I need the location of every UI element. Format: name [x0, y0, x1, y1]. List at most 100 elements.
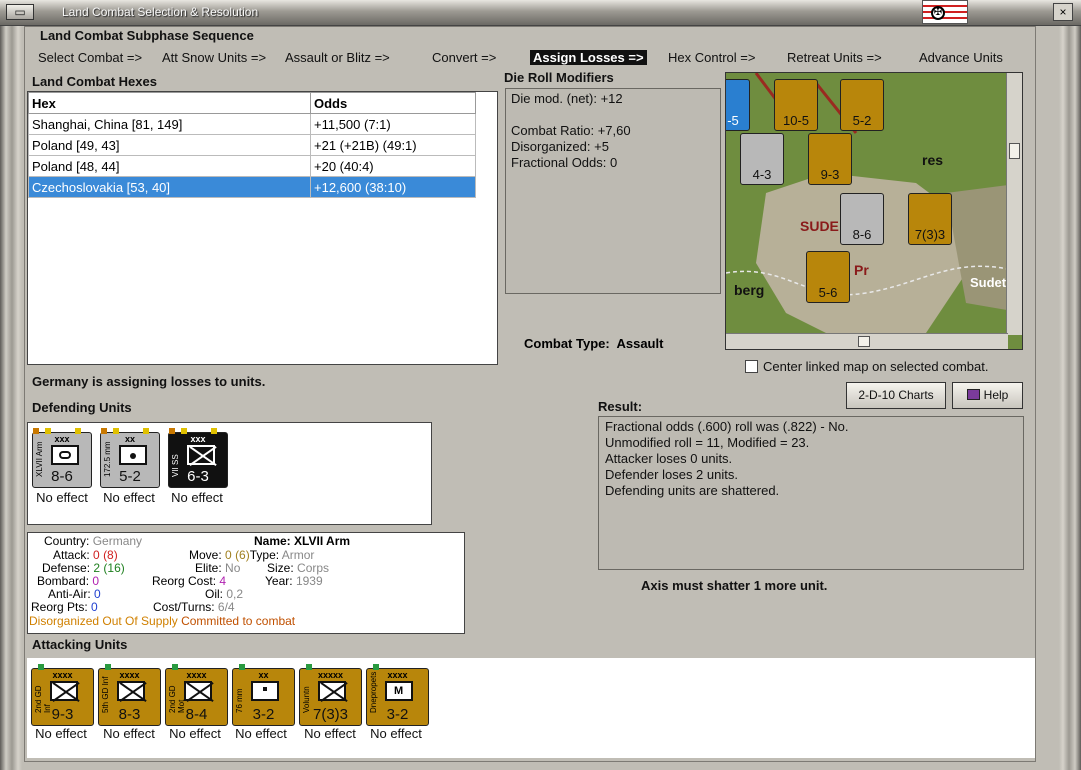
- map-counter[interactable]: 9-3: [808, 133, 852, 185]
- name-label: Name:: [254, 534, 291, 548]
- help-button[interactable]: Help: [952, 382, 1023, 409]
- artillery-symbol-icon: [119, 445, 147, 465]
- odds-cell: +11,500 (7:1): [310, 113, 476, 135]
- step-assign-losses[interactable]: Assign Losses =>: [530, 50, 647, 65]
- defending-unit-counter[interactable]: xxx XLVII Arm 8-6: [32, 428, 92, 488]
- land-combat-hexes-title: Land Combat Hexes: [32, 74, 157, 89]
- map-horizontal-scrollbar[interactable]: [726, 333, 1008, 349]
- name-value: XLVII Arm: [294, 534, 351, 548]
- attack-value: 0: [93, 548, 100, 562]
- unit-effect: No effect: [103, 490, 155, 505]
- map-counter[interactable]: -5: [726, 79, 750, 131]
- map-counter[interactable]: 4-3: [740, 133, 784, 185]
- country-label: Country:: [44, 534, 90, 548]
- window-menu-button[interactable]: ▭: [6, 4, 34, 20]
- attacking-unit-counter[interactable]: xxxx Dnepropets M 3-2: [366, 664, 429, 726]
- map-vscroll-thumb[interactable]: [1009, 143, 1020, 159]
- col-hex[interactable]: Hex: [28, 92, 311, 114]
- die-roll-line: [511, 107, 715, 123]
- map-counter-strength: 8-6: [852, 227, 872, 242]
- hex-list-panel: Hex Odds Shanghai, China [81, 149] +11,5…: [27, 91, 498, 365]
- step-select-combat[interactable]: Select Combat =>: [38, 50, 142, 65]
- hex-cell: Poland [49, 43]: [28, 134, 311, 156]
- window-title: Land Combat Selection & Resolution: [62, 5, 259, 19]
- hex-cell: Poland [48, 44]: [28, 155, 311, 177]
- step-assault-or-blitz[interactable]: Assault or Blitz =>: [285, 50, 390, 65]
- map-counter[interactable]: 10-5: [774, 79, 818, 131]
- center-map-checkbox[interactable]: [745, 360, 758, 373]
- attacking-unit-counter[interactable]: xx 76 mm 3-2: [232, 664, 295, 726]
- step-convert[interactable]: Convert =>: [432, 50, 496, 65]
- die-roll-line: Disorganized: +5: [511, 139, 609, 154]
- reorg-cost-label: Reorg Cost:: [152, 574, 217, 588]
- unit-effect: No effect: [103, 726, 155, 741]
- table-row[interactable]: Poland [49, 43] +21 (+21B) (49:1): [28, 134, 476, 156]
- die-roll-title: Die Roll Modifiers: [504, 70, 614, 85]
- result-summary: Axis must shatter 1 more unit.: [641, 578, 828, 593]
- odds-cell: +12,600 (38:10): [310, 176, 476, 198]
- linked-map[interactable]: SUDE berg Sudet Pr res 10-5 5-2 4-3 9-3 …: [725, 72, 1023, 350]
- map-counter[interactable]: 7(3)3: [908, 193, 952, 245]
- attacking-unit-counter[interactable]: xxxx 2nd GD Inf 9-3: [31, 664, 94, 726]
- close-button[interactable]: ×: [1053, 3, 1073, 21]
- attacking-unit-counter[interactable]: xxxx 5th GD Inf 8-3: [98, 664, 161, 726]
- result-line: Fractional odds (.600) roll was (.822) -…: [605, 419, 849, 434]
- national-flag-icon: ✠: [922, 0, 968, 24]
- unit-strength: 8-6: [51, 468, 73, 485]
- attacking-unit-counter[interactable]: xxxx 2nd GD Mot 8-4: [165, 664, 228, 726]
- map-label: Sudet: [970, 275, 1007, 290]
- map-counter-strength: 10-5: [782, 113, 810, 128]
- militia-symbol-icon: M: [385, 681, 413, 701]
- map-counter-strength: 9-3: [820, 167, 840, 182]
- unit-effect: No effect: [169, 726, 221, 741]
- map-counter-strength: -5: [727, 113, 739, 128]
- unit-effect: No effect: [36, 490, 88, 505]
- type-label: Type:: [249, 548, 280, 562]
- map-counter[interactable]: 5-6: [806, 251, 850, 303]
- table-row[interactable]: Shanghai, China [81, 149] +11,500 (7:1): [28, 113, 476, 135]
- step-advance-units[interactable]: Advance Units: [919, 50, 1003, 65]
- map-counter-selected[interactable]: 8-6: [840, 193, 884, 245]
- cross-icon: ✠: [931, 6, 945, 20]
- table-row-selected[interactable]: Czechoslovakia [53, 40] +12,600 (38:10): [28, 176, 476, 198]
- anti-tank-symbol-icon: [251, 681, 279, 701]
- map-vertical-scrollbar[interactable]: [1006, 73, 1022, 335]
- infantry-symbol-icon: [50, 681, 78, 701]
- step-hex-control[interactable]: Hex Control =>: [668, 50, 755, 65]
- elite-value: No: [225, 561, 241, 575]
- col-odds[interactable]: Odds: [310, 92, 476, 114]
- result-title: Result:: [598, 399, 643, 414]
- status-committed: Committed to combat: [181, 614, 296, 628]
- reorg-pts-label: Reorg Pts:: [31, 600, 88, 614]
- combat-type-label: Combat Type:: [524, 336, 610, 351]
- step-retreat-units[interactable]: Retreat Units =>: [787, 50, 882, 65]
- attacking-unit-counter[interactable]: xxxxx Voluntn 7(3)3: [299, 664, 362, 726]
- map-hscroll-thumb[interactable]: [858, 336, 870, 347]
- charts-button[interactable]: 2-D-10 Charts: [846, 382, 946, 409]
- unit-strength: 5-2: [119, 468, 141, 485]
- map-counter[interactable]: 5-2: [840, 79, 884, 131]
- motorized-symbol-icon: [184, 681, 212, 701]
- center-map-label: Center linked map on selected combat.: [763, 359, 989, 374]
- map-counter-strength: 5-2: [852, 113, 872, 128]
- move-base: (6): [235, 548, 250, 562]
- unit-strength: 3-2: [252, 706, 275, 723]
- defending-unit-counter[interactable]: xxx VII SS 6-3: [168, 428, 228, 488]
- type-value: Armor: [281, 548, 315, 562]
- combat-type-value: Assault: [616, 336, 664, 351]
- unit-strength: 8-4: [185, 706, 208, 723]
- size-value: Corps: [297, 561, 330, 575]
- subphase-steps: Select Combat => Att Snow Units => Assau…: [38, 50, 1028, 68]
- hex-table: Hex Odds Shanghai, China [81, 149] +11,5…: [28, 92, 476, 198]
- result-box: Fractional odds (.600) roll was (.822) -…: [598, 416, 1024, 570]
- map-label: berg: [734, 282, 764, 298]
- step-att-snow-units[interactable]: Att Snow Units =>: [162, 50, 266, 65]
- defending-unit-counter[interactable]: xx 172.5 mm 5-2: [100, 428, 160, 488]
- antiair-value: 0: [94, 587, 101, 601]
- table-row[interactable]: Poland [48, 44] +20 (40:4): [28, 155, 476, 177]
- odds-cell: +20 (40:4): [310, 155, 476, 177]
- attacking-units-title: Attacking Units: [32, 637, 128, 652]
- cost-turns-value: 6/4: [217, 600, 235, 614]
- title-bar: ▭ Land Combat Selection & Resolution ✠ ×: [0, 0, 1081, 26]
- map-counter-strength: 5-6: [818, 285, 838, 300]
